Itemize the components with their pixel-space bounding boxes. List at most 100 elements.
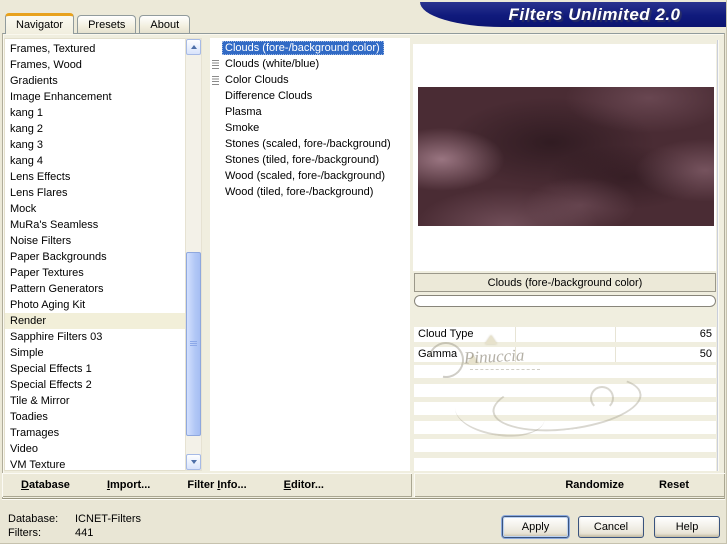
category-item-label: Simple [10,347,44,359]
filter-item[interactable]: Clouds (fore-/background color) [210,40,410,56]
category-item-label: Frames, Wood [10,59,82,71]
category-item-label: MuRa's Seamless [10,219,99,231]
randomize-button[interactable]: Randomize [565,479,624,491]
category-item[interactable]: kang 2 [5,121,185,137]
parameter-value: 65 [699,328,712,340]
toolbar-button[interactable]: Editor... [284,479,324,491]
slider-thumb[interactable] [485,335,497,344]
category-scrollbar[interactable] [185,38,202,471]
filter-item-label: Stones (tiled, fore-/background) [225,154,380,166]
category-item[interactable]: kang 3 [5,137,185,153]
toolbar-button-label: nfo... [220,479,247,491]
filter-item[interactable]: Plasma [210,104,410,120]
filter-item[interactable]: Color Clouds [210,72,410,88]
category-item-label: kang 3 [10,139,44,151]
category-item[interactable]: Lens Flares [5,185,185,201]
category-list[interactable]: Frames, Textured Frames, Wood Gradients … [4,38,185,471]
category-item-label: Lens Effects [10,171,71,183]
chevron-up-icon [190,45,197,49]
category-item[interactable]: Tramages [5,425,185,441]
category-item[interactable]: Video [5,441,185,457]
toolbar-button[interactable]: Database [21,479,70,491]
status-database-value: ICNET-Filters [75,513,141,525]
category-item-label: Paper Backgrounds [10,251,107,263]
category-item-label: kang 4 [10,155,44,167]
category-item[interactable]: Frames, Wood [5,57,185,73]
category-item[interactable]: Special Effects 1 [5,361,185,377]
toolbar-button[interactable]: Filter Info... [187,479,246,491]
category-item[interactable]: Frames, Textured [5,41,185,57]
filter-item[interactable]: Clouds (white/blue) [210,56,410,72]
filter-item[interactable]: Stones (tiled, fore-/background) [210,152,410,168]
category-item-label: Sapphire Filters 03 [10,331,103,343]
tab[interactable]: About [139,15,191,33]
category-item[interactable]: Lens Effects [5,169,185,185]
tab[interactable]: Navigator [5,13,75,34]
filter-item[interactable]: Smoke [210,120,410,136]
category-item-label: Special Effects 1 [10,363,92,375]
status-database-label: Database: [8,513,59,525]
empty-slider-row [414,458,716,471]
category-item[interactable]: Image Enhancement [5,89,185,105]
category-item[interactable]: Tile & Mirror [5,393,185,409]
category-item[interactable]: Sapphire Filters 03 [5,329,185,345]
toolbar-button-label: Filter [187,479,218,491]
category-item[interactable]: MuRa's Seamless [5,217,185,233]
scrollbar-thumb[interactable] [186,252,201,436]
tab-label: Presets [88,18,126,31]
empty-slider-row [414,421,716,434]
category-item-label: Tile & Mirror [10,395,70,407]
category-item-label: Image Enhancement [10,91,112,103]
category-item[interactable]: Simple [5,345,185,361]
category-item-label: Pattern Generators [10,283,104,295]
help-button[interactable]: Help [654,516,720,538]
filter-item[interactable]: Wood (scaled, fore-/background) [210,168,410,184]
scrollbar-down-button[interactable] [186,454,201,470]
reset-button[interactable]: Reset [659,479,689,491]
category-item[interactable]: Paper Textures [5,265,185,281]
parameter-slider-row[interactable]: Gamma 50 [414,347,716,364]
preset-marker-icon [212,75,219,85]
parameter-value: 50 [699,348,712,360]
preview-pane-border [717,40,719,471]
toolbar-button[interactable]: Import... [107,479,150,491]
tab-bar: Navigator Presets About [5,13,191,34]
category-item[interactable]: Toadies [5,409,185,425]
category-item[interactable]: Noise Filters [5,233,185,249]
category-item-label: VM Texture [10,459,66,471]
category-item-label: kang 2 [10,123,44,135]
cancel-button[interactable]: Cancel [578,516,644,538]
category-item[interactable]: Paper Backgrounds [5,249,185,265]
empty-slider-row [414,439,716,452]
empty-slider-row [414,402,716,415]
empty-slider-row [414,384,716,397]
filter-list[interactable]: Clouds (fore-/background color) Clouds (… [210,38,410,471]
filters-unlimited-dialog: Filters Unlimited 2.0 Navigator Presets … [0,0,727,544]
category-item-label: Tramages [10,427,60,439]
filter-item[interactable]: Difference Clouds [210,88,410,104]
category-item[interactable]: VM Texture [5,457,185,471]
category-item-label: Video [10,443,38,455]
category-item[interactable]: Photo Aging Kit [5,297,185,313]
progress-bar [414,295,716,307]
selected-filter-name-bar: Clouds (fore-/background color) [414,273,716,292]
status-filters: Filters: 441 [8,527,93,539]
status-filters-label: Filters: [8,527,41,539]
toolbar-button-mnemonic: E [283,479,291,491]
tab[interactable]: Presets [77,15,137,33]
filter-item[interactable]: Wood (tiled, fore-/background) [210,184,410,200]
title-banner: Filters Unlimited 2.0 [420,2,726,27]
apply-button[interactable]: Apply [502,516,569,538]
category-item[interactable]: Render [5,313,185,329]
category-item[interactable]: kang 4 [5,153,185,169]
category-item[interactable]: Pattern Generators [5,281,185,297]
slider-thumb[interactable] [467,355,480,364]
category-item[interactable]: Special Effects 2 [5,377,185,393]
category-item[interactable]: Gradients [5,73,185,89]
filter-item-label: Clouds (fore-/background color) [222,41,384,55]
category-item[interactable]: kang 1 [5,105,185,121]
parameter-slider-row[interactable]: Cloud Type 65 [414,327,716,344]
filter-item[interactable]: Stones (scaled, fore-/background) [210,136,410,152]
scrollbar-up-button[interactable] [186,39,201,55]
category-item[interactable]: Mock [5,201,185,217]
